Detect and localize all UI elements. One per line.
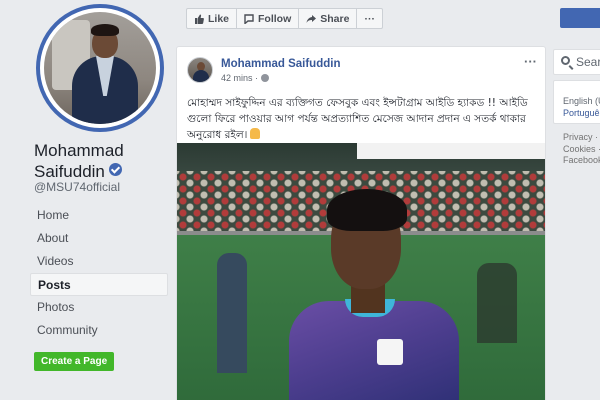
share-label: Share <box>320 12 350 25</box>
post-author-avatar[interactable] <box>187 57 213 83</box>
follow-label: Follow <box>258 12 292 25</box>
page-title[interactable]: Mohammad Saifuddin <box>34 140 174 182</box>
search-icon <box>561 56 570 65</box>
share-button[interactable]: Share <box>298 8 358 29</box>
profile-handle[interactable]: @MSU74official <box>34 180 120 194</box>
profile-nav: Home About Videos Posts Photos Community <box>30 204 168 342</box>
globe-icon <box>261 74 270 82</box>
profile-column: Mohammad Saifuddin @MSU74official Home A… <box>0 0 178 400</box>
footer-link-cookies[interactable]: Cookies · <box>563 144 600 156</box>
post-meta: 42 mins · <box>221 73 270 83</box>
more-options-button[interactable]: ··· <box>356 8 383 29</box>
post-text: মোহাম্মদ সাইফুদ্দিন এর ব্যক্তিগত ফেসবুক … <box>187 95 539 143</box>
follow-button[interactable]: Follow <box>236 8 300 29</box>
footer-links: Privacy · Cookies · Facebook <box>563 132 600 167</box>
nav-item-home[interactable]: Home <box>30 204 168 227</box>
profile-name-text: Mohammad Saifuddin <box>34 141 124 181</box>
verified-badge-icon <box>108 163 122 176</box>
post-photo[interactable] <box>177 143 545 400</box>
more-options-icon: ··· <box>364 12 375 25</box>
post-card: Mohammad Saifuddin 42 mins · ··· মোহাম্ম… <box>176 46 546 400</box>
profile-picture[interactable] <box>36 4 164 132</box>
language-current: English (U <box>563 96 600 106</box>
like-button[interactable]: Like <box>186 8 238 29</box>
like-label: Like <box>208 12 230 25</box>
page-action-bar: Like Follow Share ··· <box>186 8 383 29</box>
share-arrow-icon <box>306 14 317 23</box>
post-timestamp[interactable]: 42 mins · <box>221 73 258 83</box>
footer-link-privacy[interactable]: Privacy · <box>563 132 600 144</box>
folded-hands-icon <box>250 128 261 139</box>
profile-photo <box>44 12 156 124</box>
post-author-name[interactable]: Mohammad Saifuddin <box>221 58 340 70</box>
nav-item-videos[interactable]: Videos <box>30 250 168 273</box>
follow-icon <box>244 13 254 24</box>
top-right-button[interactable] <box>560 8 600 28</box>
nav-item-photos[interactable]: Photos <box>30 296 168 319</box>
create-page-button[interactable]: Create a Page <box>34 352 115 371</box>
search-input[interactable]: Sear <box>553 49 600 75</box>
post-more-icon[interactable]: ··· <box>524 55 537 68</box>
nav-item-posts[interactable]: Posts <box>30 273 168 296</box>
language-option-portuguese[interactable]: Portuguê <box>563 108 600 118</box>
nav-item-community[interactable]: Community <box>30 319 168 342</box>
footer-link-facebook[interactable]: Facebook <box>563 155 600 167</box>
nav-item-about[interactable]: About <box>30 227 168 250</box>
thumbs-up-icon <box>195 14 204 24</box>
post-text-body: মোহাম্মদ সাইফুদ্দিন এর ব্যক্তিগত ফেসবুক … <box>187 97 528 141</box>
